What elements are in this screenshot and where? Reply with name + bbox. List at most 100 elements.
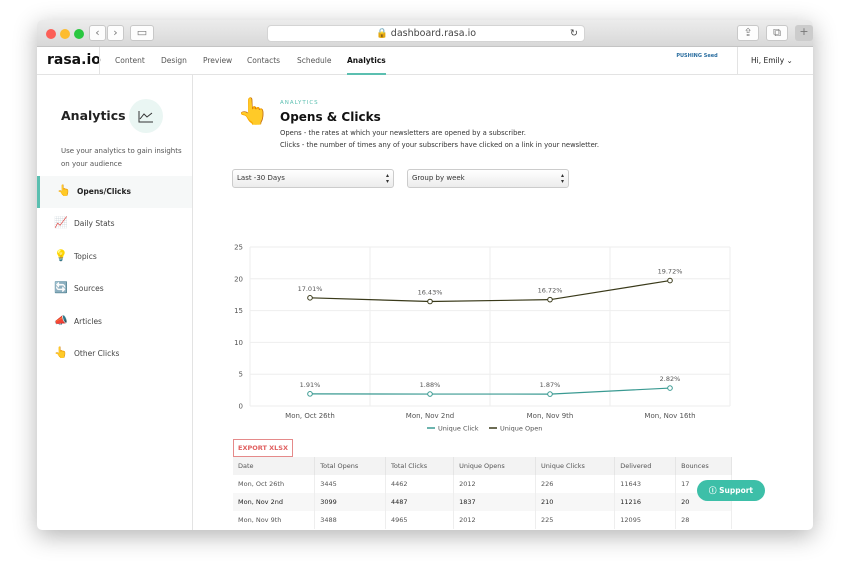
table-cell: 225 [535, 511, 616, 529]
line-chart: 0 5 10 15 20 25 Mon, Oct 26th Mon, Nov 2nd Mon, … [234, 244, 731, 433]
table-cell: 1837 [453, 493, 537, 511]
address-bar[interactable]: 🔒 dashboard.rasa.io ↻ [267, 25, 585, 42]
data-label: 1.87% [540, 381, 561, 389]
table-row: Mon, Oct 26th 3445 4462 2012 226 11643 17 [233, 475, 732, 493]
table-cell: 3099 [314, 493, 386, 511]
table-cell: 11643 [614, 475, 677, 493]
new-tab-icon[interactable]: + [795, 25, 813, 41]
table-cell: 4462 [385, 475, 455, 493]
megaphone-icon: 📣 [54, 314, 68, 327]
nav-contacts[interactable]: Contacts [247, 56, 280, 65]
table-cell: 4487 [385, 493, 455, 511]
sidebar-item-topics[interactable]: 💡 Topics [37, 241, 192, 273]
help-icon: ⓘ [708, 486, 717, 495]
x-tick-label: Mon, Oct 26th [285, 412, 335, 420]
support-button[interactable]: ⓘ Support [697, 480, 765, 501]
chart-icon: 📈 [54, 216, 68, 229]
maximize-button[interactable] [74, 29, 84, 39]
table-cell: 11216 [614, 493, 677, 511]
title-bar: ‹ › ▭ 🔒 dashboard.rasa.io ↻ ⇪ ⧉ + [37, 20, 813, 47]
rasa-logo[interactable]: rasa.io [47, 52, 101, 68]
pointing-hand-icon: 👆 [54, 346, 68, 359]
tabs-icon[interactable]: ⧉ [766, 25, 788, 41]
table-row: Mon, Nov 9th 3488 4965 2012 225 12095 28 [233, 511, 732, 529]
data-point [307, 295, 313, 301]
line-chart-icon [129, 99, 163, 133]
table-cell: 226 [535, 475, 616, 493]
data-point [427, 391, 433, 397]
legend-label: Unique Open [500, 425, 542, 433]
table-cell: Mon, Oct 26th [233, 475, 316, 493]
column-header: Unique Opens [453, 457, 537, 475]
y-tick-label: 15 [234, 307, 243, 315]
y-tick-label: 20 [234, 275, 243, 283]
column-header: Delivered [614, 457, 677, 475]
sidebar-item-label: Sources [74, 284, 104, 293]
column-header: Date [233, 457, 316, 475]
data-label: 2.82% [660, 375, 681, 383]
column-header: Total Clicks [385, 457, 455, 475]
sidebar-item-other-clicks[interactable]: 👆 Other Clicks [37, 338, 192, 370]
data-label: 19.72% [658, 268, 683, 276]
sidebar-item-opens-clicks[interactable]: 👆 Opens/Clicks [37, 176, 192, 208]
sidebar-item-label: Articles [74, 317, 102, 326]
minimize-button[interactable] [60, 29, 70, 39]
pointing-hand-icon: 👆 [57, 184, 71, 197]
brand-logo: PUSHING Seed [676, 53, 718, 59]
sidebar-description: Use your analytics to gain insights on y… [61, 147, 182, 168]
nav-design[interactable]: Design [161, 56, 187, 65]
sidebar-item-label: Topics [74, 252, 97, 261]
forward-icon[interactable]: › [107, 25, 124, 41]
x-tick-label: Mon, Nov 9th [527, 412, 574, 420]
data-label: 1.88% [420, 381, 441, 389]
legend-label: Unique Click [438, 425, 479, 433]
sidebar-toggle-icon[interactable]: ▭ [130, 25, 154, 41]
data-label: 1.91% [300, 381, 321, 389]
sidebar-item-label: Daily Stats [74, 219, 115, 228]
table-cell: 2012 [453, 511, 537, 529]
stats-table: Date Total Opens Total Clicks Unique Opens U… [233, 457, 732, 529]
y-tick-label: 0 [239, 403, 243, 411]
nav-analytics[interactable]: Analytics [347, 56, 386, 75]
data-point [547, 296, 553, 303]
table-cell: 2012 [453, 475, 537, 493]
data-point [667, 385, 673, 391]
nav-schedule[interactable]: Schedule [297, 56, 331, 65]
data-label: 17.01% [298, 285, 323, 293]
table-cell: 3488 [314, 511, 386, 529]
browser-window: ‹ › ▭ 🔒 dashboard.rasa.io ↻ ⇪ ⧉ + rasa.io… [37, 20, 813, 530]
user-menu[interactable]: Hi, Emily ⌄ [751, 56, 793, 65]
sidebar-item-daily-stats[interactable]: 📈 Daily Stats [37, 208, 192, 240]
sidebar-item-articles[interactable]: 📣 Articles [37, 306, 192, 338]
sources-icon: 🔄 [54, 281, 68, 294]
user-name: Hi, Emily [751, 56, 785, 65]
main-content: 👆 ANALYTICS Opens & Clicks Opens - the r… [193, 75, 813, 530]
column-header: Unique Clicks [535, 457, 616, 475]
sidebar-title: Analytics [61, 108, 126, 123]
sidebar-item-sources[interactable]: 🔄 Sources [37, 273, 192, 305]
back-icon[interactable]: ‹ [89, 25, 106, 41]
top-nav: rasa.io Content Design Preview Contacts … [37, 47, 813, 75]
x-tick-label: Mon, Nov 16th [644, 412, 695, 420]
table-cell: 210 [535, 493, 616, 511]
table-cell: 3445 [314, 475, 386, 493]
data-point [547, 391, 553, 397]
table-cell: 12095 [614, 511, 677, 529]
table-row: Mon, Nov 2nd 3099 4487 1837 210 11216 20 [233, 493, 732, 511]
y-tick-label: 25 [234, 244, 243, 252]
share-icon[interactable]: ⇪ [737, 25, 759, 41]
nav-preview[interactable]: Preview [203, 56, 232, 65]
table-cell: 4965 [385, 511, 455, 529]
table-cell: Mon, Nov 9th [233, 511, 316, 529]
column-header: Bounces [675, 457, 732, 475]
sidebar-item-label: Other Clicks [74, 349, 120, 358]
export-xlsx-button[interactable]: EXPORT XLSX [233, 439, 293, 457]
lightbulb-icon: 💡 [54, 249, 68, 262]
close-button[interactable] [46, 29, 56, 39]
x-tick-label: Mon, Nov 2nd [406, 412, 454, 420]
nav-content[interactable]: Content [115, 56, 145, 65]
reload-icon[interactable]: ↻ [570, 26, 578, 42]
table-cell: Mon, Nov 2nd [233, 493, 316, 511]
data-point [427, 298, 433, 305]
sidebar: Analytics Use your analytics to gain ins… [37, 75, 193, 530]
